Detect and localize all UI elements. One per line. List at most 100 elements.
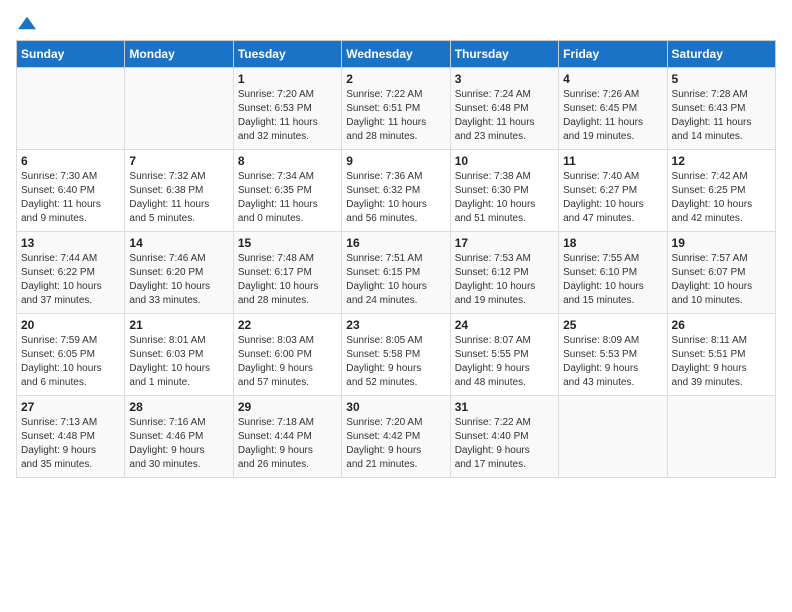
calendar-cell: 24 Sunrise: 8:07 AM Sunset: 5:55 PM Dayli…: [450, 314, 558, 396]
calendar-cell: 20 Sunrise: 7:59 AM Sunset: 6:05 PM Dayli…: [17, 314, 125, 396]
day-number: 4: [563, 72, 662, 86]
calendar-cell: 26Sunrise: 8:11 AM Sunset: 5:51 PM Dayli…: [667, 314, 775, 396]
calendar-cell: 17 Sunrise: 7:53 AM Sunset: 6:12 PM Dayli…: [450, 232, 558, 314]
calendar-cell: 2Sunrise: 7:22 AM Sunset: 6:51 PM Daylig…: [342, 68, 450, 150]
calendar-week-row: 6 Sunrise: 7:30 AM Sunset: 6:40 PM Daylig…: [17, 150, 776, 232]
calendar-cell: 22 Sunrise: 8:03 AM Sunset: 6:00 PM Dayli…: [233, 314, 341, 396]
day-number: 1: [238, 72, 337, 86]
calendar-table: SundayMondayTuesdayWednesdayThursdayFrid…: [16, 40, 776, 478]
day-number: 15: [238, 236, 337, 250]
day-number: 28: [129, 400, 228, 414]
day-info: Sunrise: 7:28 AM Sunset: 6:43 PM Dayligh…: [672, 88, 771, 144]
day-number: 9: [346, 154, 445, 168]
calendar-cell: 1Sunrise: 7:20 AM Sunset: 6:53 PM Daylig…: [233, 68, 341, 150]
day-number: 20: [21, 318, 120, 332]
day-number: 31: [455, 400, 554, 414]
calendar-cell: [559, 396, 667, 478]
calendar-cell: 9 Sunrise: 7:36 AM Sunset: 6:32 PM Daylig…: [342, 150, 450, 232]
calendar-cell: 6 Sunrise: 7:30 AM Sunset: 6:40 PM Daylig…: [17, 150, 125, 232]
day-info: Sunrise: 7:18 AM Sunset: 4:44 PM Dayligh…: [238, 416, 337, 472]
calendar-cell: 3Sunrise: 7:24 AM Sunset: 6:48 PM Daylig…: [450, 68, 558, 150]
calendar-cell: 10Sunrise: 7:38 AM Sunset: 6:30 PM Dayli…: [450, 150, 558, 232]
day-info: Sunrise: 7:55 AM Sunset: 6:10 PM Dayligh…: [563, 252, 662, 308]
calendar-cell: 4 Sunrise: 7:26 AM Sunset: 6:45 PM Daylig…: [559, 68, 667, 150]
day-number: 23: [346, 318, 445, 332]
day-info: Sunrise: 8:11 AM Sunset: 5:51 PM Dayligh…: [672, 334, 771, 390]
calendar-cell: [667, 396, 775, 478]
calendar-week-row: 13Sunrise: 7:44 AM Sunset: 6:22 PM Dayli…: [17, 232, 776, 314]
calendar-cell: 16 Sunrise: 7:51 AM Sunset: 6:15 PM Dayli…: [342, 232, 450, 314]
day-info: Sunrise: 7:59 AM Sunset: 6:05 PM Dayligh…: [21, 334, 120, 390]
calendar-cell: 5 Sunrise: 7:28 AM Sunset: 6:43 PM Daylig…: [667, 68, 775, 150]
calendar-cell: 31 Sunrise: 7:22 AM Sunset: 4:40 PM Dayli…: [450, 396, 558, 478]
day-info: Sunrise: 8:07 AM Sunset: 5:55 PM Dayligh…: [455, 334, 554, 390]
calendar-cell: 8 Sunrise: 7:34 AM Sunset: 6:35 PM Daylig…: [233, 150, 341, 232]
day-info: Sunrise: 7:24 AM Sunset: 6:48 PM Dayligh…: [455, 88, 554, 144]
day-number: 19: [672, 236, 771, 250]
day-info: Sunrise: 7:48 AM Sunset: 6:17 PM Dayligh…: [238, 252, 337, 308]
day-info: Sunrise: 7:57 AM Sunset: 6:07 PM Dayligh…: [672, 252, 771, 308]
day-info: Sunrise: 7:32 AM Sunset: 6:38 PM Dayligh…: [129, 170, 228, 226]
header-day: Sunday: [17, 41, 125, 68]
day-number: 17: [455, 236, 554, 250]
calendar-cell: 25 Sunrise: 8:09 AM Sunset: 5:53 PM Dayli…: [559, 314, 667, 396]
day-info: Sunrise: 7:46 AM Sunset: 6:20 PM Dayligh…: [129, 252, 228, 308]
day-info: Sunrise: 8:05 AM Sunset: 5:58 PM Dayligh…: [346, 334, 445, 390]
header-day: Friday: [559, 41, 667, 68]
header-row: SundayMondayTuesdayWednesdayThursdayFrid…: [17, 41, 776, 68]
header-day: Saturday: [667, 41, 775, 68]
calendar-cell: 7 Sunrise: 7:32 AM Sunset: 6:38 PM Daylig…: [125, 150, 233, 232]
day-info: Sunrise: 7:22 AM Sunset: 6:51 PM Dayligh…: [346, 88, 445, 144]
day-number: 5: [672, 72, 771, 86]
header-day: Thursday: [450, 41, 558, 68]
logo: [16, 16, 36, 30]
calendar-week-row: 27 Sunrise: 7:13 AM Sunset: 4:48 PM Dayli…: [17, 396, 776, 478]
calendar-cell: 11 Sunrise: 7:40 AM Sunset: 6:27 PM Dayli…: [559, 150, 667, 232]
day-info: Sunrise: 7:22 AM Sunset: 4:40 PM Dayligh…: [455, 416, 554, 472]
day-number: 27: [21, 400, 120, 414]
day-info: Sunrise: 7:36 AM Sunset: 6:32 PM Dayligh…: [346, 170, 445, 226]
page-header: [16, 16, 776, 30]
day-info: Sunrise: 7:34 AM Sunset: 6:35 PM Dayligh…: [238, 170, 337, 226]
day-number: 25: [563, 318, 662, 332]
day-number: 29: [238, 400, 337, 414]
day-number: 16: [346, 236, 445, 250]
day-info: Sunrise: 7:51 AM Sunset: 6:15 PM Dayligh…: [346, 252, 445, 308]
day-number: 18: [563, 236, 662, 250]
day-info: Sunrise: 7:13 AM Sunset: 4:48 PM Dayligh…: [21, 416, 120, 472]
day-number: 10: [455, 154, 554, 168]
day-number: 24: [455, 318, 554, 332]
day-info: Sunrise: 7:30 AM Sunset: 6:40 PM Dayligh…: [21, 170, 120, 226]
day-number: 7: [129, 154, 228, 168]
day-info: Sunrise: 8:09 AM Sunset: 5:53 PM Dayligh…: [563, 334, 662, 390]
day-info: Sunrise: 7:53 AM Sunset: 6:12 PM Dayligh…: [455, 252, 554, 308]
calendar-cell: 27 Sunrise: 7:13 AM Sunset: 4:48 PM Dayli…: [17, 396, 125, 478]
header-day: Monday: [125, 41, 233, 68]
day-info: Sunrise: 7:16 AM Sunset: 4:46 PM Dayligh…: [129, 416, 228, 472]
day-info: Sunrise: 8:01 AM Sunset: 6:03 PM Dayligh…: [129, 334, 228, 390]
calendar-cell: 29 Sunrise: 7:18 AM Sunset: 4:44 PM Dayli…: [233, 396, 341, 478]
day-number: 11: [563, 154, 662, 168]
day-number: 8: [238, 154, 337, 168]
day-info: Sunrise: 7:42 AM Sunset: 6:25 PM Dayligh…: [672, 170, 771, 226]
day-info: Sunrise: 7:40 AM Sunset: 6:27 PM Dayligh…: [563, 170, 662, 226]
calendar-cell: 12 Sunrise: 7:42 AM Sunset: 6:25 PM Dayli…: [667, 150, 775, 232]
calendar-cell: 13Sunrise: 7:44 AM Sunset: 6:22 PM Dayli…: [17, 232, 125, 314]
calendar-cell: 28 Sunrise: 7:16 AM Sunset: 4:46 PM Dayli…: [125, 396, 233, 478]
header-day: Wednesday: [342, 41, 450, 68]
day-number: 22: [238, 318, 337, 332]
calendar-cell: 23 Sunrise: 8:05 AM Sunset: 5:58 PM Dayli…: [342, 314, 450, 396]
day-info: Sunrise: 7:26 AM Sunset: 6:45 PM Dayligh…: [563, 88, 662, 144]
header-day: Tuesday: [233, 41, 341, 68]
calendar-cell: 19 Sunrise: 7:57 AM Sunset: 6:07 PM Dayli…: [667, 232, 775, 314]
day-info: Sunrise: 8:03 AM Sunset: 6:00 PM Dayligh…: [238, 334, 337, 390]
day-number: 14: [129, 236, 228, 250]
logo-icon: [18, 16, 36, 30]
calendar-cell: 18 Sunrise: 7:55 AM Sunset: 6:10 PM Dayli…: [559, 232, 667, 314]
day-number: 12: [672, 154, 771, 168]
day-number: 6: [21, 154, 120, 168]
calendar-week-row: 20 Sunrise: 7:59 AM Sunset: 6:05 PM Dayli…: [17, 314, 776, 396]
calendar-cell: [17, 68, 125, 150]
calendar-week-row: 1Sunrise: 7:20 AM Sunset: 6:53 PM Daylig…: [17, 68, 776, 150]
day-number: 21: [129, 318, 228, 332]
